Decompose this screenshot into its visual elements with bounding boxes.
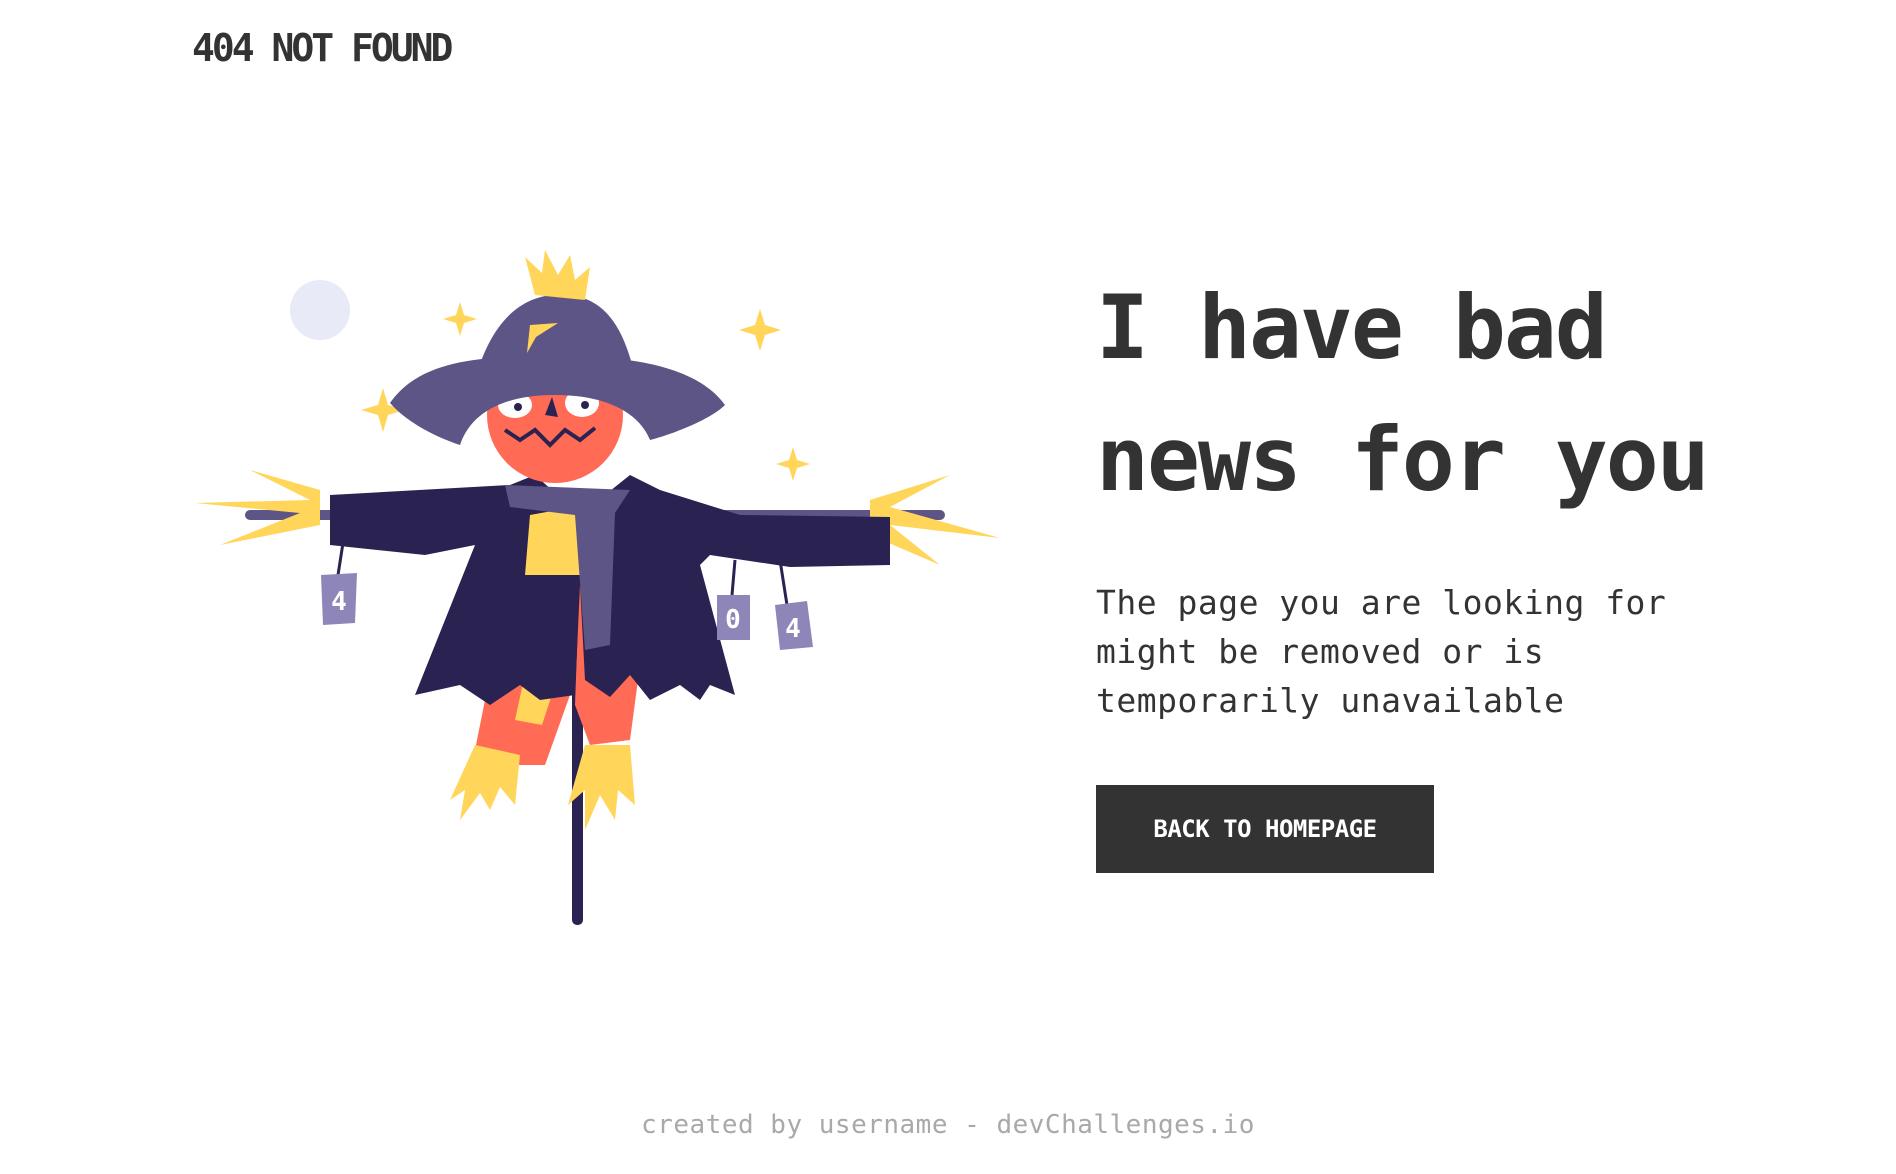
hat-straw	[525, 250, 590, 300]
left-straw-hand	[195, 470, 320, 545]
scarecrow-illustration: 4 0 4	[190, 245, 1000, 925]
sparkle-icon	[443, 302, 477, 336]
content-panel: I have bad news for you The page you are…	[1096, 262, 1816, 873]
scarecrow-svg: 4 0 4	[195, 250, 1000, 925]
footer-credit: created by username - devChallenges.io	[641, 1110, 1255, 1140]
can-digit: 0	[725, 605, 741, 635]
hat-crown	[475, 294, 635, 380]
page-message: The page you are looking for might be re…	[1096, 583, 1667, 720]
sparkle-icon	[776, 447, 810, 481]
can-digit: 4	[331, 587, 347, 617]
moon-icon	[290, 280, 350, 340]
site-logo[interactable]: 404 NOT FOUND	[192, 26, 453, 70]
can-digit: 4	[785, 614, 801, 644]
page-headline: I have bad news for you	[1096, 276, 1710, 511]
back-to-homepage-button[interactable]: BACK TO HOMEPAGE	[1096, 785, 1434, 873]
sparkle-icon	[739, 309, 781, 351]
